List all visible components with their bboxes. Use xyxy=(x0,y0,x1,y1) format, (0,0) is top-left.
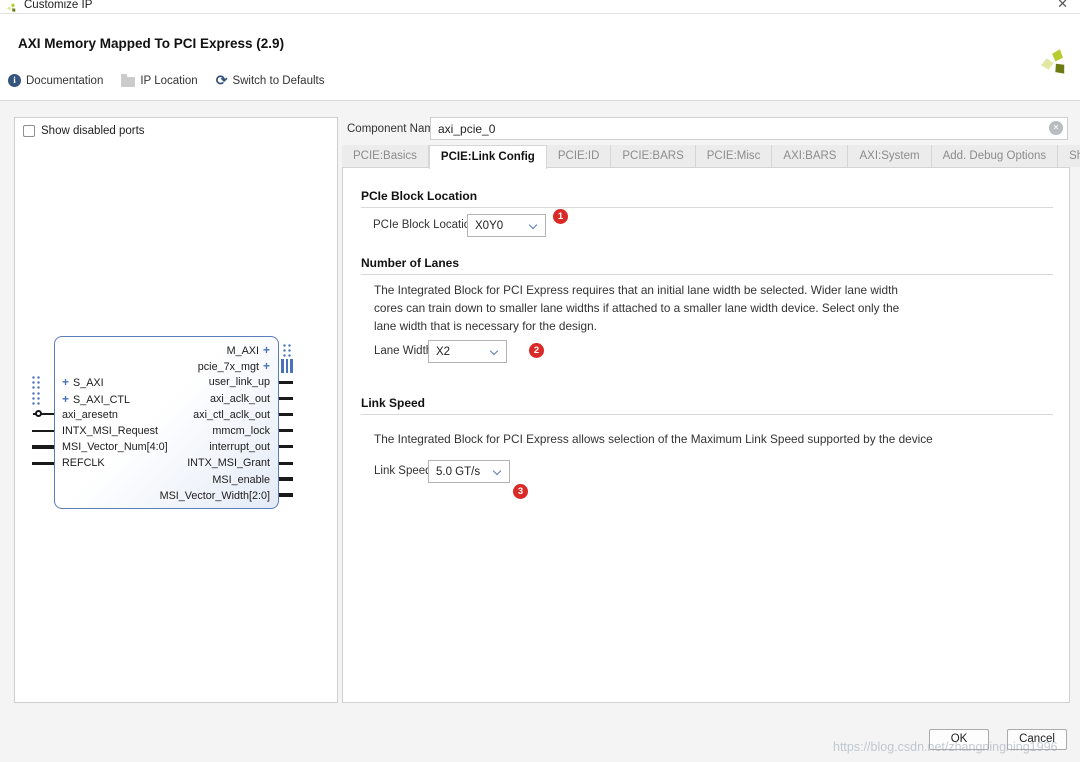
tab-pcie-basics[interactable]: PCIE:Basics xyxy=(342,145,429,167)
chevron-down-icon xyxy=(493,467,501,475)
lane-width-label: Lane Width xyxy=(374,340,432,363)
xilinx-logo-icon xyxy=(6,1,18,13)
xilinx-logo xyxy=(1038,40,1072,80)
section-heading-pcie-block-location: PCIe Block Location xyxy=(361,189,1053,208)
tab-pcie-link-config[interactable]: PCIE:Link Config xyxy=(429,145,547,169)
tab-shared-logic[interactable]: Shared Logic xyxy=(1058,145,1080,167)
lanes-description-line1: The Integrated Block for PCI Express req… xyxy=(374,283,898,297)
dialog-header: AXI Memory Mapped To PCI Express (2.9) i… xyxy=(0,14,1080,101)
link-speed-description: The Integrated Block for PCI Express all… xyxy=(374,432,933,446)
tab-axi-system[interactable]: AXI:System xyxy=(848,145,931,167)
port-msi-vector-width: MSI_Vector_Width[2:0] xyxy=(160,489,270,504)
port-stub-bus xyxy=(279,477,293,481)
link-speed-value: 5.0 GT/s xyxy=(436,466,480,478)
lane-width-select[interactable]: X2 xyxy=(428,340,507,363)
cancel-button[interactable]: Cancel xyxy=(1007,729,1067,750)
clear-icon[interactable]: ✕ xyxy=(1049,121,1063,135)
port-stub-bus xyxy=(279,493,293,497)
pcie-block-location-value: X0Y0 xyxy=(475,220,503,232)
ip-title: AXI Memory Mapped To PCI Express (2.9) xyxy=(18,36,284,51)
port-mmcm-lock: mmcm_lock xyxy=(212,424,270,439)
pcie-block-location-label: PCIe Block Location xyxy=(373,214,477,237)
customize-ip-dialog: Customize IP ✕ AXI Memory Mapped To PCI … xyxy=(0,0,1080,762)
interface-marker-s-axi-ctl xyxy=(30,390,40,406)
show-disabled-ports-checkbox[interactable] xyxy=(23,125,35,137)
port-user-link-up: user_link_up xyxy=(209,375,270,390)
port-axi-aclk-out: axi_aclk_out xyxy=(210,392,270,407)
port-stub-bus xyxy=(32,445,54,449)
port-stub xyxy=(279,413,293,416)
tab-add-debug-options[interactable]: Add. Debug Options xyxy=(932,145,1059,167)
pcie-block-location-select[interactable]: X0Y0 xyxy=(467,214,546,237)
expand-icon[interactable]: + xyxy=(263,359,270,373)
step-badge-1: 1 xyxy=(553,209,568,224)
port-stub xyxy=(32,430,54,433)
port-s-axi: +S_AXI xyxy=(62,375,104,390)
interface-marker-s-axi xyxy=(30,374,40,390)
ip-block-diagram: M_AXI+ pcie_7x_mgt+ user_link_up axi_acl… xyxy=(54,336,279,509)
config-tabs: PCIE:Basics PCIE:Link Config PCIE:ID PCI… xyxy=(342,145,1070,168)
port-intx-msi-grant: INTX_MSI_Grant xyxy=(187,456,270,471)
folder-icon xyxy=(121,77,135,87)
ok-button[interactable]: OK xyxy=(929,729,989,750)
expand-icon[interactable]: + xyxy=(263,343,270,357)
port-axi-aresetn: axi_aresetn xyxy=(62,408,118,423)
switch-to-defaults-button[interactable]: ⟳ Switch to Defaults xyxy=(216,74,325,87)
component-name-label: Component Name xyxy=(347,123,440,135)
port-axi-ctl-aclk-out: axi_ctl_aclk_out xyxy=(193,408,270,423)
port-msi-vector-num: MSI_Vector_Num[4:0] xyxy=(62,440,168,455)
section-heading-number-of-lanes: Number of Lanes xyxy=(361,256,1053,275)
expand-icon[interactable]: + xyxy=(62,392,69,406)
port-refclk: REFCLK xyxy=(62,456,105,471)
step-badge-3: 3 xyxy=(513,484,528,499)
interface-marker-pcie-7x-mgt xyxy=(281,359,293,373)
info-icon: i xyxy=(8,74,21,87)
interface-marker-m-axi xyxy=(281,342,292,357)
expand-icon[interactable]: + xyxy=(62,375,69,389)
tab-pcie-bars[interactable]: PCIE:BARS xyxy=(611,145,695,167)
lane-width-value: X2 xyxy=(436,346,450,358)
ip-location-button[interactable]: IP Location xyxy=(121,75,197,87)
port-intx-msi-request: INTX_MSI_Request xyxy=(62,424,158,439)
port-stub xyxy=(279,429,293,432)
port-stub xyxy=(279,381,293,384)
show-disabled-ports-label: Show disabled ports xyxy=(41,125,145,137)
port-stub xyxy=(279,445,293,448)
port-pcie-7x-mgt: pcie_7x_mgt+ xyxy=(198,359,270,374)
toolbar: i Documentation IP Location ⟳ Switch to … xyxy=(8,74,324,87)
port-s-axi-ctl: +S_AXI_CTL xyxy=(62,392,130,407)
component-name-field: ✕ xyxy=(430,117,1068,140)
tab-axi-bars[interactable]: AXI:BARS xyxy=(772,145,848,167)
refresh-icon: ⟳ xyxy=(216,74,228,87)
switch-to-defaults-label: Switch to Defaults xyxy=(232,75,324,87)
port-interrupt-out: interrupt_out xyxy=(209,440,270,455)
section-heading-link-speed: Link Speed xyxy=(361,396,1053,415)
lanes-description-line2: cores can train down to smaller lane wid… xyxy=(374,301,899,315)
lanes-description-line3: lane width that is necessary for the des… xyxy=(374,319,597,333)
dialog-titlebar: Customize IP xyxy=(0,0,1080,14)
show-disabled-ports-row: Show disabled ports xyxy=(23,125,145,137)
close-icon[interactable]: ✕ xyxy=(1057,0,1068,12)
chevron-down-icon xyxy=(490,347,498,355)
component-name-input[interactable] xyxy=(430,117,1068,140)
port-msi-enable: MSI_enable xyxy=(212,473,270,488)
link-speed-select[interactable]: 5.0 GT/s xyxy=(428,460,510,483)
dialog-title: Customize IP xyxy=(24,0,92,11)
ip-symbol-panel: Show disabled ports M_AXI+ pcie_7x_mgt+ … xyxy=(14,117,338,703)
documentation-button[interactable]: i Documentation xyxy=(8,74,103,87)
documentation-label: Documentation xyxy=(26,75,103,87)
tab-pcie-id[interactable]: PCIE:ID xyxy=(547,145,612,167)
port-m-axi: M_AXI+ xyxy=(227,343,270,358)
reset-port-icon xyxy=(35,410,42,417)
ip-location-label: IP Location xyxy=(140,75,197,87)
step-badge-2: 2 xyxy=(529,343,544,358)
port-stub xyxy=(279,462,293,465)
link-speed-label: Link Speed xyxy=(374,460,432,483)
tab-pcie-misc[interactable]: PCIE:Misc xyxy=(696,145,773,167)
port-stub xyxy=(279,397,293,400)
tab-content-pcie-link-config: PCIe Block Location PCIe Block Location … xyxy=(342,168,1070,703)
chevron-down-icon xyxy=(529,221,537,229)
port-stub xyxy=(32,462,54,465)
